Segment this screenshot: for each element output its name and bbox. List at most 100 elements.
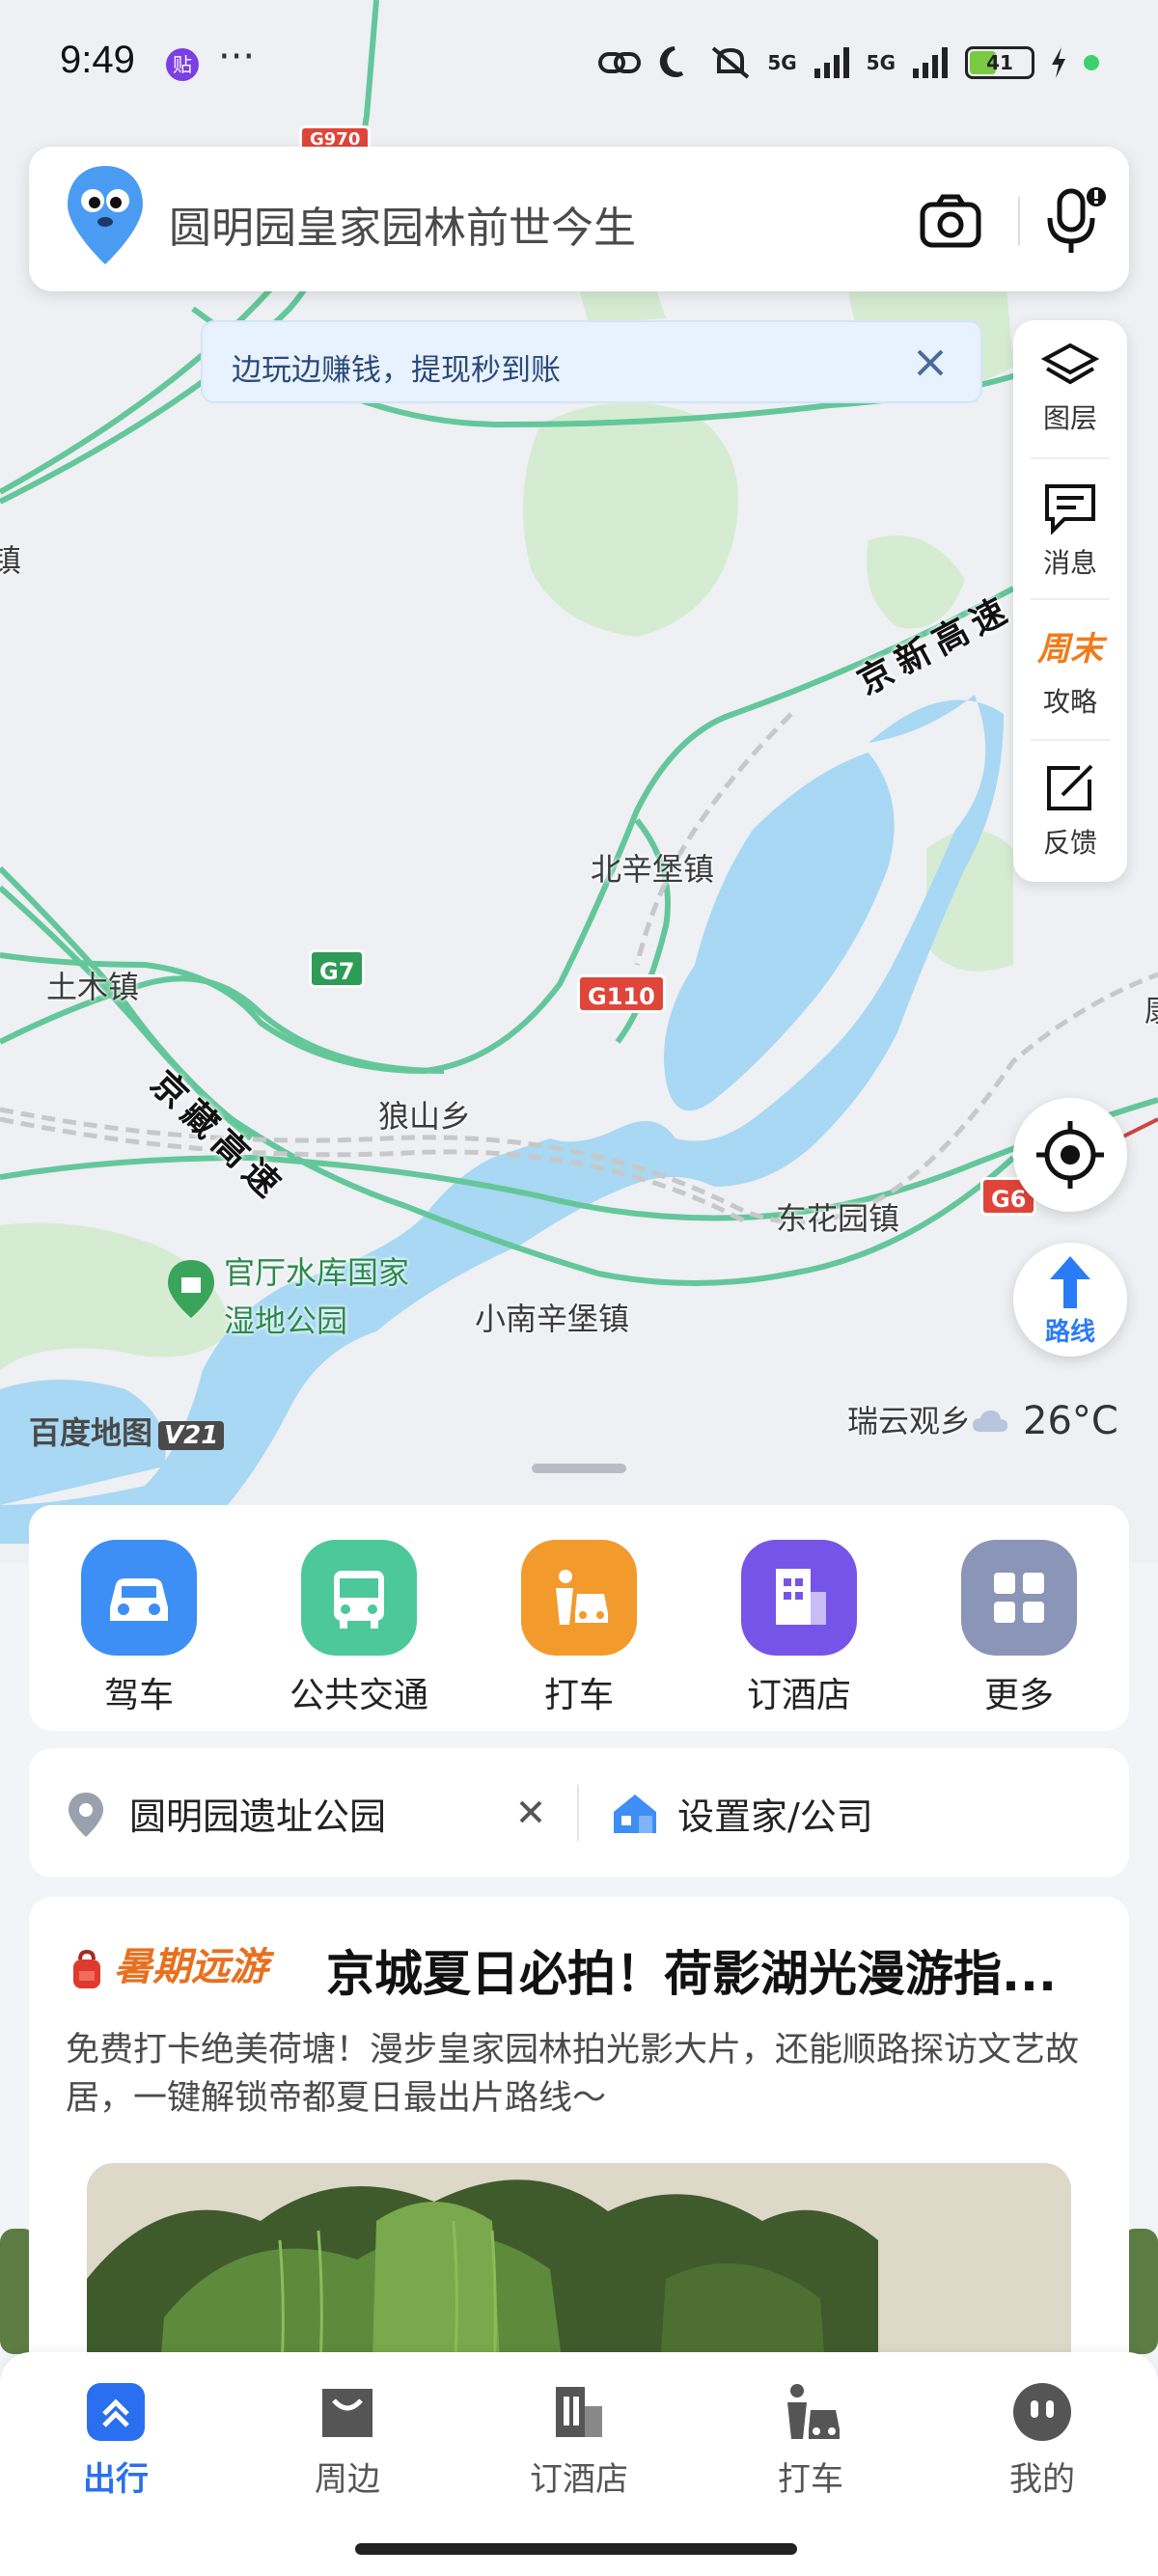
home-icon bbox=[614, 1795, 656, 1833]
map-label-edge: 康 bbox=[1144, 986, 1158, 1030]
messages-label: 消息 bbox=[1042, 547, 1097, 579]
hotel-tab-icon bbox=[556, 2387, 602, 2437]
home-indicator[interactable] bbox=[355, 2543, 797, 2555]
brand-version: V21 bbox=[158, 1421, 225, 1450]
map-label-town: 狼山乡 bbox=[378, 1098, 472, 1135]
quick-action-more[interactable]: 更多 bbox=[942, 1540, 1096, 1717]
mascot-icon bbox=[68, 166, 143, 264]
map-label-town: 小南辛堡镇 bbox=[475, 1301, 630, 1337]
quick-action-drive[interactable]: 驾车 bbox=[62, 1540, 216, 1717]
article-title[interactable]: 京城夏日必拍！荷影湖光漫游指... bbox=[326, 1935, 1117, 2005]
quick-action-label: 更多 bbox=[983, 1676, 1054, 1715]
nearby-icon bbox=[322, 2389, 372, 2437]
tab-label: 订酒店 bbox=[530, 2460, 628, 2499]
notification-badge: 贴 bbox=[166, 48, 199, 81]
map-label-town: 东花园镇 bbox=[776, 1200, 900, 1237]
location-pin-icon bbox=[69, 1793, 103, 1837]
quick-action-label: 公共交通 bbox=[289, 1676, 428, 1715]
panel-divider bbox=[1031, 457, 1110, 459]
tab-label: 出行 bbox=[83, 2460, 149, 2499]
quick-action-label: 打车 bbox=[543, 1676, 614, 1715]
close-icon[interactable] bbox=[909, 342, 951, 384]
quick-action-hotel[interactable]: 订酒店 bbox=[722, 1540, 876, 1717]
link-icon bbox=[598, 52, 642, 73]
signal-5g-label: 5G bbox=[866, 51, 896, 74]
quick-action-taxi[interactable]: 打车 bbox=[502, 1540, 656, 1717]
locate-button[interactable] bbox=[1013, 1098, 1127, 1212]
battery-indicator: 41 bbox=[965, 46, 1034, 79]
microphone-icon[interactable] bbox=[1034, 181, 1112, 259]
recent-place-link[interactable]: 圆明园遗址公园 bbox=[129, 1787, 386, 1840]
battery-level: 41 bbox=[986, 51, 1013, 74]
feedback-button[interactable]: 反馈 bbox=[1013, 741, 1127, 876]
map-label-town: 北辛堡镇 bbox=[591, 851, 715, 888]
status-time: 9:49 bbox=[60, 39, 135, 81]
route-label: 路线 bbox=[1044, 1318, 1095, 1347]
article-tag: 暑期远游 bbox=[68, 1935, 268, 1991]
backpack-icon bbox=[73, 1949, 100, 1988]
messages-button[interactable]: 消息 bbox=[1013, 461, 1127, 596]
grid-icon bbox=[961, 1540, 1077, 1656]
search-bar[interactable]: 圆明园皇家园林前世今生 bbox=[29, 147, 1129, 291]
brand-name: 百度地图 bbox=[29, 1414, 153, 1451]
tab-taxi[interactable]: 打车 bbox=[724, 2381, 897, 2500]
layers-label: 图层 bbox=[1042, 402, 1097, 434]
camera-icon[interactable] bbox=[917, 187, 984, 255]
map-label-edge: 镇 bbox=[0, 542, 22, 579]
bus-icon bbox=[301, 1540, 417, 1656]
status-dot-icon bbox=[1084, 55, 1099, 70]
hotel-icon bbox=[741, 1540, 857, 1656]
status-bar: 9:49 贴 ··· 5G 5G 41 bbox=[0, 0, 1158, 125]
map-tools-panel: 图层 消息 周末 攻略 反馈 bbox=[1013, 320, 1127, 882]
search-divider bbox=[1018, 197, 1020, 245]
taxi-icon bbox=[521, 1540, 637, 1656]
map-view[interactable]: 北辛堡镇 土木镇 狼山乡 东花园镇 小南辛堡镇 官厅水库国家 湿地公园 瑞云观乡… bbox=[0, 0, 1158, 1563]
article-description: 免费打卡绝美荷塘！漫步皇家园林拍光影大片，还能顺路探访文艺故居，一键解锁帝都夏日… bbox=[66, 2031, 1080, 2118]
set-home-link[interactable]: 设置家/公司 bbox=[677, 1787, 873, 1840]
travel-icon bbox=[87, 2383, 145, 2441]
cloud-icon bbox=[973, 1411, 1007, 1432]
charging-icon bbox=[1052, 47, 1065, 78]
map-label-town: 瑞云观乡 bbox=[847, 1403, 972, 1439]
park-marker-icon[interactable] bbox=[164, 1258, 218, 1324]
profile-icon bbox=[1013, 2383, 1071, 2441]
quick-action-label: 驾车 bbox=[103, 1676, 174, 1715]
tab-label: 我的 bbox=[1009, 2460, 1075, 2499]
tab-nearby[interactable]: 周边 bbox=[261, 2381, 434, 2500]
route-shield: G110 bbox=[577, 974, 666, 1013]
feedback-icon bbox=[1047, 764, 1093, 810]
sheet-drag-handle[interactable] bbox=[532, 1464, 626, 1473]
signal-icon bbox=[813, 47, 849, 78]
locate-icon bbox=[1036, 1121, 1104, 1189]
signal-icon bbox=[913, 47, 948, 78]
quick-action-transit[interactable]: 公共交通 bbox=[282, 1540, 436, 1717]
car-icon bbox=[81, 1540, 197, 1656]
close-icon[interactable] bbox=[511, 1793, 550, 1831]
promo-banner[interactable]: 边玩边赚钱，提现秒到账 bbox=[201, 320, 982, 403]
map-label-park: 湿地公园 bbox=[224, 1302, 348, 1339]
recent-divider bbox=[577, 1785, 579, 1841]
weekend-guide-button[interactable]: 周末 攻略 bbox=[1013, 600, 1127, 735]
feedback-label: 反馈 bbox=[1042, 827, 1097, 859]
search-input[interactable]: 圆明园皇家园林前世今生 bbox=[169, 193, 636, 255]
message-icon bbox=[1045, 484, 1095, 534]
weekend-guide-icon: 周末 bbox=[1037, 630, 1103, 669]
tab-label: 周边 bbox=[315, 2460, 380, 2499]
tab-travel[interactable]: 出行 bbox=[29, 2381, 203, 2500]
route-shield: G7 bbox=[309, 949, 366, 988]
layers-icon bbox=[1041, 343, 1099, 385]
mute-icon bbox=[712, 46, 750, 79]
taxi-tab-icon bbox=[787, 2384, 840, 2439]
promo-text: 边玩边赚钱，提现秒到账 bbox=[232, 353, 561, 388]
tab-profile[interactable]: 我的 bbox=[955, 2381, 1129, 2500]
map-brand-logo: 百度地图 V21 bbox=[29, 1409, 225, 1453]
layers-button[interactable]: 图层 bbox=[1013, 320, 1127, 455]
map-label-park: 官厅水库国家 bbox=[224, 1254, 410, 1291]
tab-label: 打车 bbox=[778, 2460, 843, 2499]
quick-actions-card: 驾车 公共交通 打车 订酒店 更多 bbox=[29, 1505, 1129, 1731]
article-tag-text: 暑期远游 bbox=[114, 1945, 268, 1989]
tab-hotel[interactable]: 订酒店 bbox=[492, 2381, 666, 2500]
route-button[interactable]: 路线 bbox=[1013, 1243, 1127, 1357]
moon-icon bbox=[660, 46, 684, 77]
quick-action-label: 订酒店 bbox=[746, 1676, 851, 1715]
